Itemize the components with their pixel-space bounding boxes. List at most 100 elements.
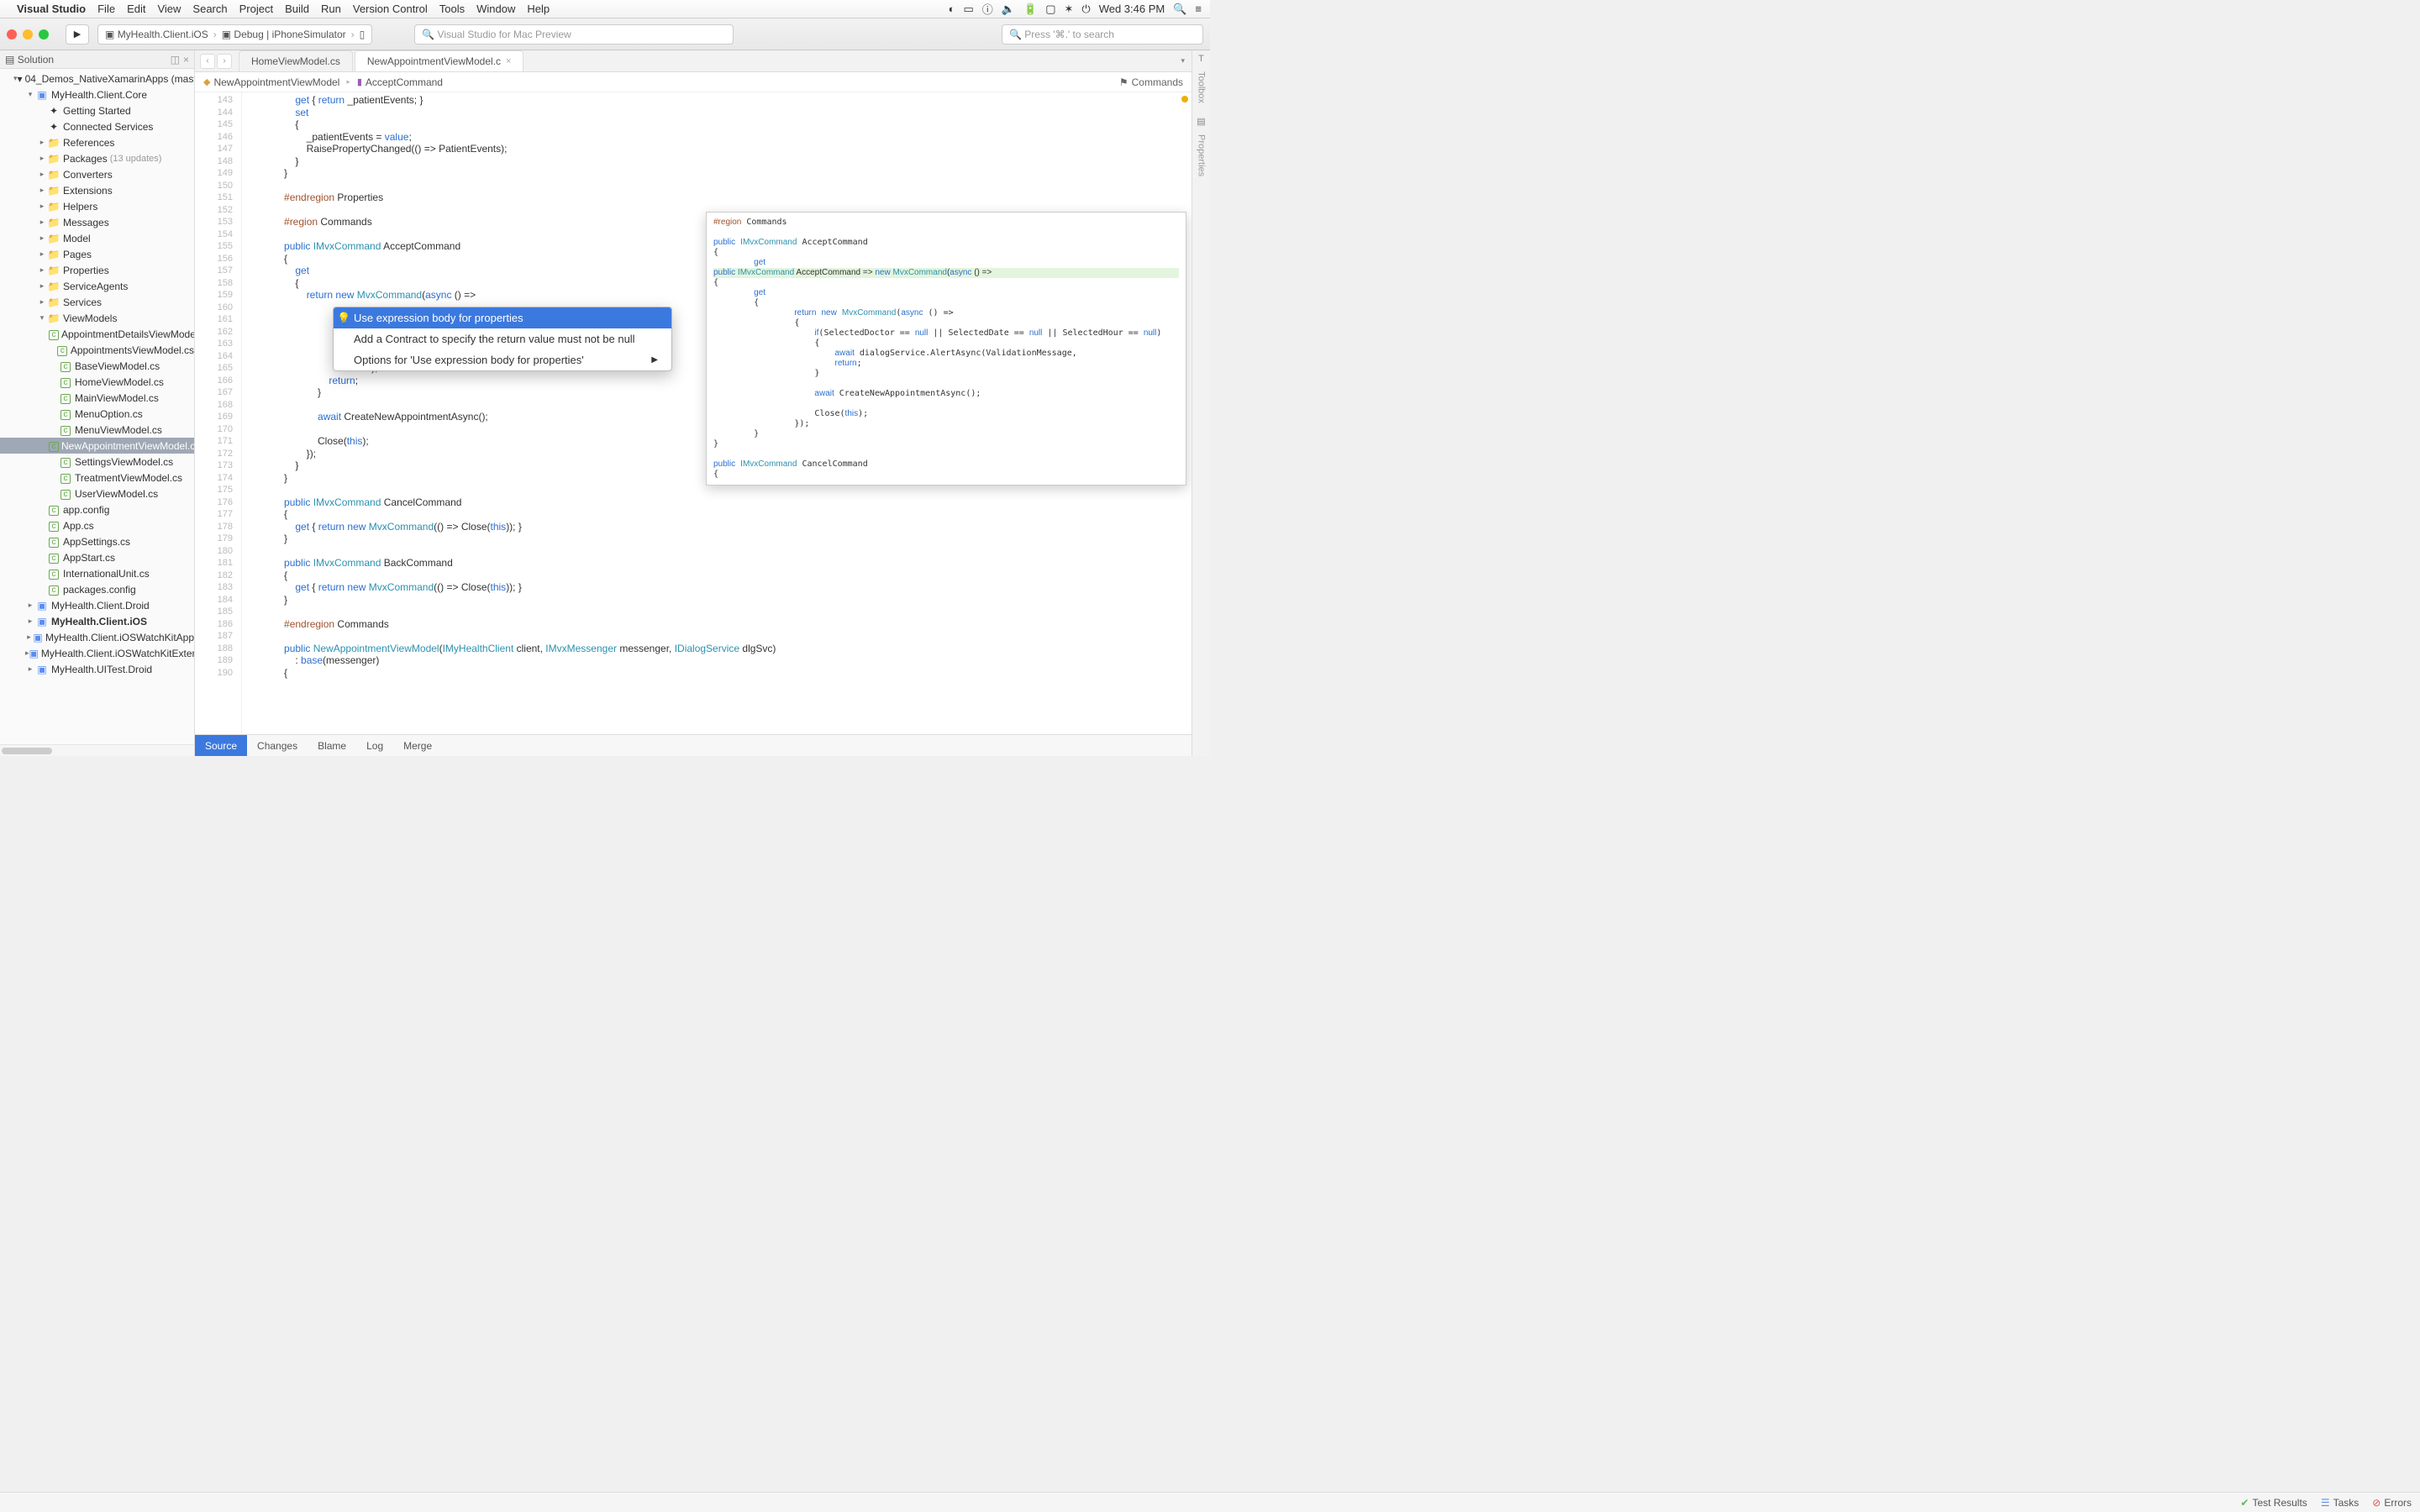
global-search-field[interactable]: 🔍 Press '⌘.' to search	[1002, 24, 1203, 45]
tree-row[interactable]: ▸▣MyHealth.Client.iOSWatchKitApp	[0, 629, 194, 645]
tree-row[interactable]: cBaseViewModel.cs	[0, 358, 194, 374]
tree-row[interactable]: ▸📁Properties	[0, 262, 194, 278]
menu-build[interactable]: Build	[285, 3, 309, 15]
tree-row[interactable]: cAppointmentsViewModel.cs	[0, 342, 194, 358]
menu-help[interactable]: Help	[527, 3, 550, 15]
tree-row[interactable]: cAppSettings.cs	[0, 533, 194, 549]
tree-row[interactable]: cHomeViewModel.cs	[0, 374, 194, 390]
menu-tools[interactable]: Tools	[439, 3, 465, 15]
tree-row[interactable]: ▸📁Packages(13 updates)	[0, 150, 194, 166]
run-button[interactable]: ▶	[66, 24, 89, 45]
status-icon[interactable]: ◐	[949, 3, 955, 15]
quickfix-popup: 💡 Use expression body for properties Add…	[333, 307, 672, 371]
tree-row[interactable]: cInternationalUnit.cs	[0, 565, 194, 581]
toolbox-tab[interactable]: Toolbox	[1194, 66, 1209, 109]
close-icon[interactable]: ×	[506, 56, 511, 66]
status-errors[interactable]: ⊘ Errors	[2372, 1497, 2412, 1509]
tree-row[interactable]: cMenuViewModel.cs	[0, 422, 194, 438]
tree-row[interactable]: ▸📁Services	[0, 294, 194, 310]
tree-row[interactable]: ▸▣MyHealth.Client.iOSWatchKitExtension	[0, 645, 194, 661]
power-icon[interactable]: ⏻	[1081, 3, 1090, 16]
bottom-tab-log[interactable]: Log	[356, 735, 393, 756]
airplay-icon[interactable]: ▢	[1045, 3, 1055, 16]
menu-search[interactable]: Search	[192, 3, 227, 15]
menu-project[interactable]: Project	[239, 3, 273, 15]
bottom-tab-blame[interactable]: Blame	[308, 735, 356, 756]
app-name[interactable]: Visual Studio	[17, 3, 86, 15]
volume-icon[interactable]: 🔈	[1002, 3, 1015, 16]
tree-row[interactable]: ▸▣MyHealth.UITest.Droid	[0, 661, 194, 677]
title-search-field[interactable]: 🔍 Visual Studio for Mac Preview	[414, 24, 734, 45]
tree-row[interactable]: cTreatmentViewModel.cs	[0, 470, 194, 486]
quickfix-item-expression-body[interactable]: 💡 Use expression body for properties	[334, 307, 671, 328]
menu-vc[interactable]: Version Control	[353, 3, 428, 15]
quickfix-item-contract[interactable]: Add a Contract to specify the return val…	[334, 328, 671, 349]
tree-row[interactable]: ▸📁References	[0, 134, 194, 150]
sidebar-scrollbar[interactable]	[0, 744, 194, 756]
tab-overflow-icon[interactable]: ▾	[1174, 56, 1192, 66]
tree-row[interactable]: cAppStart.cs	[0, 549, 194, 565]
solution-tree[interactable]: ▾▾04_Demos_NativeXamarinApps (master)▾▣M…	[0, 69, 194, 744]
close-window[interactable]	[7, 29, 17, 39]
menu-run[interactable]: Run	[321, 3, 341, 15]
menu-window[interactable]: Window	[476, 3, 515, 15]
chevron-right-icon: ›	[213, 29, 217, 40]
info-icon[interactable]: ⓘ	[982, 1, 993, 17]
breadcrumb-right[interactable]: Commands	[1132, 76, 1183, 88]
bottom-tab-changes[interactable]: Changes	[247, 735, 308, 756]
run-target-selector[interactable]: ▣ MyHealth.Client.iOS › ▣ Debug | iPhone…	[97, 24, 372, 45]
tree-row[interactable]: ▸📁ServiceAgents	[0, 278, 194, 294]
tree-row[interactable]: ▸📁Converters	[0, 166, 194, 182]
menu-view[interactable]: View	[157, 3, 181, 15]
tree-row[interactable]: capp.config	[0, 501, 194, 517]
warning-indicator-icon[interactable]	[1181, 96, 1188, 102]
menu-file[interactable]: File	[97, 3, 115, 15]
tree-row[interactable]: ▸▣MyHealth.Client.Droid	[0, 597, 194, 613]
tree-row[interactable]: ▸📁Extensions	[0, 182, 194, 198]
tree-row[interactable]: ▸📁Messages	[0, 214, 194, 230]
tree-row[interactable]: ▾▾04_Demos_NativeXamarinApps (master)	[0, 71, 194, 87]
spotlight-icon[interactable]: 🔍	[1173, 3, 1186, 16]
nav-back-button[interactable]: ‹	[200, 54, 215, 69]
panel-settings-icon[interactable]: ◫	[171, 54, 180, 66]
tree-row[interactable]: cUserViewModel.cs	[0, 486, 194, 501]
minimize-window[interactable]	[23, 29, 33, 39]
text-tool-icon[interactable]: T	[1198, 54, 1204, 64]
zoom-window[interactable]	[39, 29, 49, 39]
quickfix-item-options[interactable]: Options for 'Use expression body for pro…	[334, 349, 671, 370]
tree-row[interactable]: cNewAppointmentViewModel.cs	[0, 438, 194, 454]
tree-row[interactable]: cSettingsViewModel.cs	[0, 454, 194, 470]
tree-row[interactable]: ▸📁Model	[0, 230, 194, 246]
tree-row[interactable]: cAppointmentDetailsViewModel.cs	[0, 326, 194, 342]
bottom-tab-source[interactable]: Source	[195, 735, 247, 756]
tree-row[interactable]: ✦Getting Started	[0, 102, 194, 118]
tree-row[interactable]: ▸📁Pages	[0, 246, 194, 262]
tree-row[interactable]: cMainViewModel.cs	[0, 390, 194, 406]
clock[interactable]: Wed 3:46 PM	[1099, 3, 1165, 15]
battery-icon[interactable]: 🔋	[1023, 3, 1037, 16]
breadcrumb-member[interactable]: AcceptCommand	[366, 76, 443, 88]
tab-homeviewmodel[interactable]: HomeViewModel.cs	[239, 50, 353, 71]
wifi-icon[interactable]: ✶	[1064, 3, 1073, 16]
status-tasks[interactable]: ☰ Tasks	[2321, 1497, 2359, 1509]
panel-close-icon[interactable]: ×	[183, 54, 189, 66]
code-editor[interactable]: 1431441451461471481491501511521531541551…	[195, 92, 1192, 734]
menu-edit[interactable]: Edit	[127, 3, 145, 15]
properties-tab[interactable]: Properties	[1194, 129, 1209, 182]
properties-tool-icon[interactable]: ▤	[1197, 116, 1205, 127]
tree-row[interactable]: cpackages.config	[0, 581, 194, 597]
tree-row[interactable]: ▾▣MyHealth.Client.Core	[0, 87, 194, 102]
tab-newappointmentviewmodel[interactable]: NewAppointmentViewModel.c ×	[355, 50, 524, 71]
nav-forward-button[interactable]: ›	[217, 54, 232, 69]
status-test-results[interactable]: ✔ Test Results	[2240, 1497, 2307, 1509]
display-icon[interactable]: ▭	[964, 3, 974, 16]
tree-row[interactable]: cApp.cs	[0, 517, 194, 533]
tree-row[interactable]: cMenuOption.cs	[0, 406, 194, 422]
menu-icon[interactable]: ≡	[1195, 3, 1202, 15]
tree-row[interactable]: ▾📁ViewModels	[0, 310, 194, 326]
tree-row[interactable]: ▸📁Helpers	[0, 198, 194, 214]
tree-row[interactable]: ▸▣MyHealth.Client.iOS	[0, 613, 194, 629]
breadcrumb-class[interactable]: NewAppointmentViewModel	[213, 76, 339, 88]
bottom-tab-merge[interactable]: Merge	[393, 735, 442, 756]
tree-row[interactable]: ✦Connected Services	[0, 118, 194, 134]
